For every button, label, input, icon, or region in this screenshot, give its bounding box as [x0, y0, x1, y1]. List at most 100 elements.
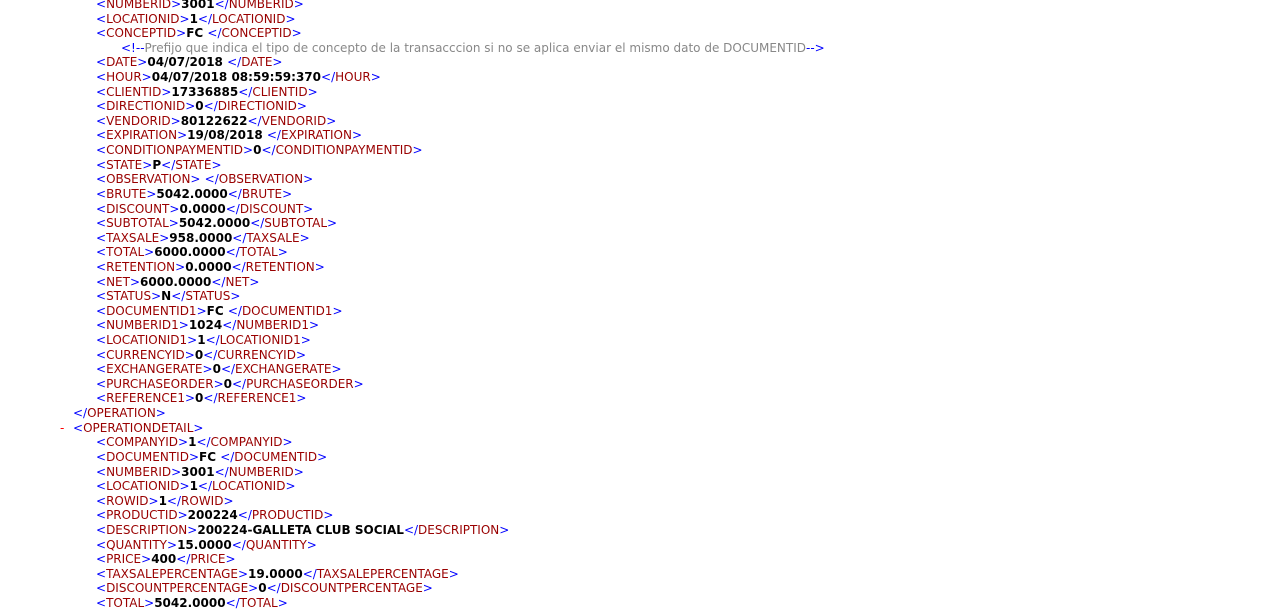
tag-bracket: </ — [225, 245, 240, 260]
tag-bracket: </ — [220, 449, 235, 464]
xml-element-line: <DISCOUNTPERCENTAGE>0</DISCOUNTPERCENTAG… — [0, 581, 1268, 596]
operation-fields: <DATE>04/07/2018 </DATE> <HOUR>04/07/2018… — [0, 55, 1268, 406]
xml-close-tag-name: VENDORID — [261, 113, 327, 128]
tag-bracket: < — [96, 259, 107, 274]
operation-close-line: </OPERATION> — [73, 406, 166, 421]
tag-bracket: > — [137, 55, 148, 70]
tag-bracket: < — [96, 347, 107, 362]
tag-bracket: < — [96, 245, 107, 260]
xml-tag-name: BRUTE — [106, 186, 147, 201]
xml-element-line: <NUMBERID>3001</NUMBERID> — [0, 0, 1268, 12]
tag-bracket: > — [323, 508, 334, 523]
tag-bracket: > — [327, 216, 338, 231]
tag-bracket: > — [146, 186, 157, 201]
xml-element-line: <RETENTION>0.0000</RETENTION> — [0, 260, 1268, 275]
xml-tag-name: LOCATIONID — [106, 479, 180, 494]
tag-bracket: > — [151, 289, 162, 304]
xml-value: 0.0000 — [185, 259, 232, 274]
xml-tag-name: TAXSALEPERCENTAGE — [106, 566, 238, 581]
tag-bracket: < — [96, 55, 107, 70]
xml-comment: Prefijo que indica el tipo de concepto d… — [144, 40, 807, 55]
tag-bracket: < — [96, 333, 107, 348]
xml-close-tag-name: CONDITIONPAYMENTID — [275, 143, 413, 158]
xml-element-line: <QUANTITY>15.0000</QUANTITY> — [0, 538, 1268, 553]
xml-tag-name: QUANTITY — [106, 537, 168, 552]
tag-bracket: > — [303, 172, 314, 187]
xml-element-line: <TAXSALE>958.0000</TAXSALE> — [0, 231, 1268, 246]
xml-tag-name: NUMBERID1 — [106, 318, 179, 333]
tag-bracket: < — [96, 318, 107, 333]
xml-value: 0 — [258, 581, 267, 596]
tag-bracket: > — [230, 289, 241, 304]
xml-tag-name: DISCOUNTPERCENTAGE — [106, 581, 249, 596]
tag-bracket: < — [96, 552, 107, 567]
tag-bracket: < — [96, 201, 107, 216]
tag-bracket: > — [161, 84, 172, 99]
tag-bracket: < — [96, 157, 107, 172]
xml-close-tag-name: PURCHASEORDER — [246, 376, 354, 391]
xml-element-line: <PURCHASEORDER>0</PURCHASEORDER> — [0, 377, 1268, 392]
xml-element-line: <TOTAL>5042.0000</TOTAL> — [0, 596, 1268, 611]
xml-tag-name: PRICE — [106, 552, 142, 567]
tag-bracket: > — [169, 201, 180, 216]
tag-bracket: < — [96, 391, 107, 406]
tag-bracket: > — [277, 245, 288, 260]
xml-close-tag-name: DISCOUNT — [239, 201, 304, 216]
tag-bracket: > — [129, 274, 141, 289]
tag-bracket: > — [309, 318, 320, 333]
tag-bracket: > — [179, 479, 190, 494]
xml-close-tag-name: NUMBERID — [228, 464, 294, 479]
tag-bracket: > — [299, 230, 310, 245]
tag-bracket: </ — [321, 70, 336, 85]
xml-element-line: <COMPANYID>1</COMPANYID> — [0, 435, 1268, 450]
tag-bracket: < — [96, 493, 107, 508]
tag-bracket: </ — [220, 362, 236, 377]
tag-bracket: < — [96, 289, 107, 304]
tag-bracket: > — [142, 157, 153, 172]
tag-bracket: </ — [196, 435, 211, 450]
tag-bracket: > — [196, 303, 207, 318]
tag-bracket: > — [285, 11, 296, 26]
xml-close-tag-name: ROWID — [181, 493, 224, 508]
xml-tag-name: CONCEPTID — [106, 26, 177, 41]
tag-bracket: > — [170, 113, 181, 128]
xml-value: FC — [206, 303, 228, 318]
xml-close-tag-name: OBSERVATION — [218, 172, 304, 187]
xml-tag-name: EXPIRATION — [106, 128, 178, 143]
tag-bracket: > — [307, 84, 318, 99]
tag-bracket: < — [96, 362, 107, 377]
tag-bracket: </ — [222, 318, 237, 333]
xml-tag-name: DIRECTIONID — [106, 99, 186, 114]
tag-bracket: </ — [225, 595, 240, 610]
xml-value: 200224-GALLETA CLUB SOCIAL — [197, 522, 404, 537]
xml-value: 5042.0000 — [156, 186, 228, 201]
tag-bracket: < — [96, 99, 107, 114]
tag-bracket: > — [272, 55, 283, 70]
xml-value: 3001 — [181, 0, 215, 11]
tag-bracket: < — [96, 172, 107, 187]
xml-element-line: <NET>6000.0000</NET> — [0, 275, 1268, 290]
xml-tag-name: LOCATIONID1 — [106, 333, 188, 348]
xml-element-line: <LOCATIONID>1</LOCATIONID> — [0, 479, 1268, 494]
xml-element-line: <CONCEPTID>FC </CONCEPTID> — [0, 26, 1268, 41]
tag-bracket: </ — [204, 172, 219, 187]
tag-bracket: < — [96, 274, 107, 289]
tag-bracket: </ — [166, 493, 182, 508]
xml-element-line: <TAXSALEPERCENTAGE>19.0000</TAXSALEPERCE… — [0, 567, 1268, 582]
collapse-toggle[interactable]: - — [60, 421, 64, 436]
tag-bracket: > — [303, 201, 314, 216]
tag-bracket: > — [213, 376, 224, 391]
tag-bracket: < — [96, 566, 107, 581]
xml-close-tag-name: LOCATIONID — [212, 479, 286, 494]
xml-close-tag-name: EXCHANGERATE — [235, 362, 332, 377]
tag-bracket: > — [148, 493, 159, 508]
tag-bracket: > — [141, 552, 152, 567]
tag-bracket: > — [277, 595, 288, 610]
operationdetail-open-line: - <OPERATIONDETAIL> — [60, 420, 204, 436]
tag-bracket: < — [96, 230, 107, 245]
tag-bracket: > — [295, 347, 307, 362]
tag-bracket: > — [167, 537, 178, 552]
tag-bracket: > — [187, 333, 198, 348]
xml-element-line: <DESCRIPTION>200224-GALLETA CLUB SOCIAL<… — [0, 523, 1268, 538]
xml-close-tag-name: BRUTE — [241, 186, 283, 201]
